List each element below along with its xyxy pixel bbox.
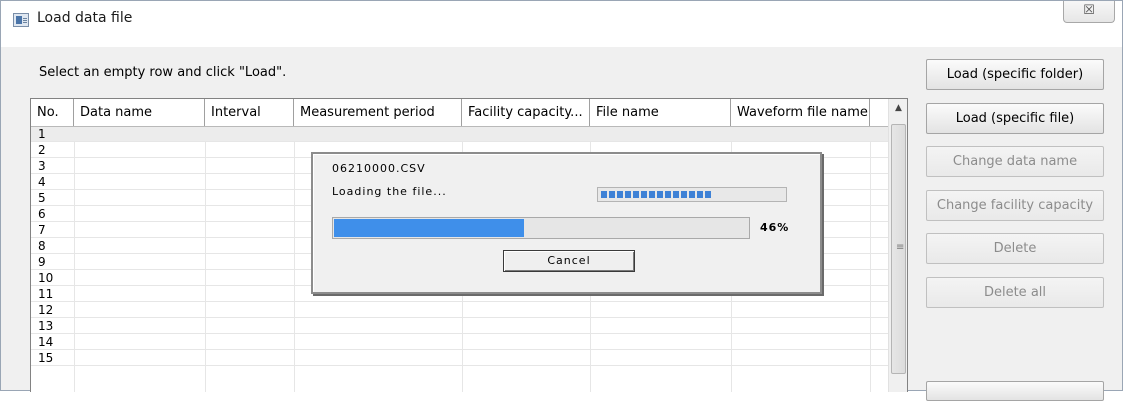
delete-all-button[interactable]: Delete all xyxy=(926,277,1104,308)
activity-indicator-fill xyxy=(601,191,711,198)
row-number: 7 xyxy=(38,223,46,237)
row-number: 15 xyxy=(38,351,54,365)
row-number: 13 xyxy=(38,319,54,333)
load-data-file-window: Load data file ☒ Select an empty row and… xyxy=(0,0,1123,401)
cancel-button[interactable]: Cancel xyxy=(503,250,635,272)
loading-progress-dialog: 06210000.CSV Loading the file... 46% Can… xyxy=(311,152,822,294)
load-specific-folder-button[interactable]: Load (specific folder) xyxy=(926,59,1104,90)
row-number: 3 xyxy=(38,159,46,173)
scroll-up-arrow-icon[interactable]: ▲ xyxy=(889,99,907,117)
close-button[interactable]: ☒ xyxy=(1063,1,1115,23)
load-specific-file-button[interactable]: Load (specific file) xyxy=(926,103,1104,134)
column-header-no[interactable]: No. xyxy=(31,99,74,126)
column-header-interval[interactable]: Interval xyxy=(205,99,294,126)
bottom-button[interactable] xyxy=(926,381,1104,401)
table-row[interactable]: 13 xyxy=(31,319,888,334)
window-title: Load data file xyxy=(37,10,133,26)
row-number: 12 xyxy=(38,303,54,317)
column-header-waveform-file-name[interactable]: Waveform file name xyxy=(731,99,870,126)
instruction-text: Select an empty row and click "Load". xyxy=(39,65,287,80)
progress-bar-fill xyxy=(334,219,524,237)
row-number: 1 xyxy=(38,127,46,141)
column-header-measurement-period[interactable]: Measurement period xyxy=(294,99,462,126)
row-number: 9 xyxy=(38,255,46,269)
row-number: 2 xyxy=(38,143,46,157)
loading-status-text: Loading the file... xyxy=(332,185,447,198)
table-vertical-scrollbar[interactable]: ▲ ≡ xyxy=(888,99,907,392)
change-facility-capacity-button[interactable]: Change facility capacity xyxy=(926,190,1104,221)
delete-button[interactable]: Delete xyxy=(926,233,1104,264)
column-header-facility-capacity[interactable]: Facility capacity... xyxy=(462,99,590,126)
progress-percent: 46% xyxy=(760,221,790,234)
row-number: 10 xyxy=(38,271,54,285)
close-icon: ☒ xyxy=(1083,3,1095,18)
row-number: 6 xyxy=(38,207,46,221)
column-header-data-name[interactable]: Data name xyxy=(74,99,205,126)
progress-bar xyxy=(332,217,750,239)
row-number: 5 xyxy=(38,191,46,205)
loading-file-name: 06210000.CSV xyxy=(332,162,426,175)
table-row[interactable]: 1 xyxy=(31,127,888,142)
activity-indicator xyxy=(597,187,787,202)
table-row[interactable]: 14 xyxy=(31,335,888,350)
table-header: No. Data name Interval Measurement perio… xyxy=(31,99,888,127)
table-row[interactable]: 15 xyxy=(31,351,888,366)
scrollbar-thumb[interactable]: ≡ xyxy=(891,124,906,374)
row-number: 8 xyxy=(38,239,46,253)
app-window-icon xyxy=(13,13,29,27)
title-bar[interactable]: Load data file ☒ xyxy=(1,1,1122,47)
row-number: 4 xyxy=(38,175,46,189)
row-number: 14 xyxy=(38,335,54,349)
table-row[interactable]: 12 xyxy=(31,303,888,318)
change-data-name-button[interactable]: Change data name xyxy=(926,146,1104,177)
column-header-file-name[interactable]: File name xyxy=(590,99,731,126)
row-number: 11 xyxy=(38,287,54,301)
grip-icon: ≡ xyxy=(896,242,905,253)
